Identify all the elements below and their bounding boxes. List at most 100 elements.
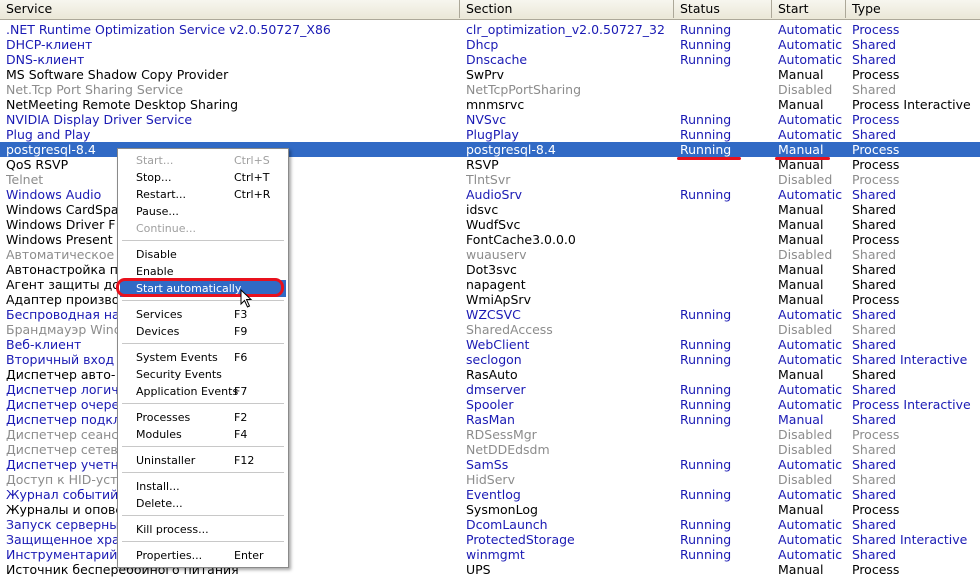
service-status: Running bbox=[680, 412, 732, 427]
service-status: Running bbox=[680, 382, 732, 397]
column-header-status[interactable]: Status bbox=[674, 0, 772, 18]
service-section: SysmonLog bbox=[466, 502, 538, 517]
menu-item-label: Modules bbox=[136, 428, 182, 441]
menu-item-label: Properties... bbox=[136, 549, 203, 562]
service-start-type: Automatic bbox=[778, 352, 843, 367]
service-type: Shared bbox=[852, 487, 897, 502]
service-start-type: Disabled bbox=[778, 472, 833, 487]
service-section: RDSessMgr bbox=[466, 427, 537, 442]
service-status: Running bbox=[680, 532, 732, 547]
menu-item-label: Disable bbox=[136, 248, 177, 261]
service-start-type: Automatic bbox=[778, 382, 843, 397]
menu-item-label: Security Events bbox=[136, 368, 222, 381]
service-status: Running bbox=[680, 457, 732, 472]
service-start-type: Disabled bbox=[778, 427, 833, 442]
table-row[interactable]: MS Software Shadow Copy Provider SwPrv Man… bbox=[0, 67, 980, 82]
menu-item-label: Continue... bbox=[136, 222, 196, 235]
service-name: MS Software Shadow Copy Provider bbox=[6, 67, 229, 82]
service-type: Process Interactive bbox=[852, 97, 971, 112]
service-section: PlugPlay bbox=[466, 127, 519, 142]
service-status: Running bbox=[680, 352, 732, 367]
context-menu: Start... Ctrl+S Stop... Ctrl+T Restart... Ctr… bbox=[117, 148, 289, 568]
service-section: WudfSvc bbox=[466, 217, 521, 232]
menu-item-application-events[interactable]: Application Events F7 bbox=[120, 383, 286, 400]
menu-item-delete[interactable]: Delete... bbox=[120, 495, 286, 512]
menu-item-label: Pause... bbox=[136, 205, 179, 218]
service-type: Shared bbox=[852, 337, 897, 352]
menu-separator bbox=[122, 343, 284, 344]
menu-item-stop[interactable]: Stop... Ctrl+T bbox=[120, 169, 286, 186]
table-row[interactable]: Net.Tcp Port Sharing Service NetTcpPortSh… bbox=[0, 82, 980, 97]
menu-item-continue[interactable]: Continue... bbox=[120, 220, 286, 237]
service-type: Shared bbox=[852, 37, 897, 52]
menu-item-services[interactable]: Services F3 bbox=[120, 306, 286, 323]
service-status: Running bbox=[680, 307, 732, 322]
service-type: Shared bbox=[852, 367, 897, 382]
service-type: Process bbox=[852, 427, 900, 442]
service-type: Shared bbox=[852, 247, 897, 262]
menu-item-processes[interactable]: Processes F2 bbox=[120, 409, 286, 426]
service-start-type: Automatic bbox=[778, 547, 843, 562]
service-start-type: Manual bbox=[778, 217, 824, 232]
service-start-type: Disabled bbox=[778, 322, 833, 337]
menu-item-install[interactable]: Install... bbox=[120, 478, 286, 495]
menu-item-security-events[interactable]: Security Events bbox=[120, 366, 286, 383]
service-start-type: Automatic bbox=[778, 187, 843, 202]
table-row[interactable]: Plug and Play PlugPlay Running Automatic Sha… bbox=[0, 127, 980, 142]
menu-item-pause[interactable]: Pause... bbox=[120, 203, 286, 220]
service-start-type: Manual bbox=[778, 97, 824, 112]
menu-item-system-events[interactable]: System Events F6 bbox=[120, 349, 286, 366]
menu-item-modules[interactable]: Modules F4 bbox=[120, 426, 286, 443]
service-section: dmserver bbox=[466, 382, 526, 397]
menu-item-shortcut: Ctrl+S bbox=[234, 154, 270, 167]
service-section: mnmsrvc bbox=[466, 97, 525, 112]
table-row[interactable]: NetMeeting Remote Desktop Sharing mnmsrvc… bbox=[0, 97, 980, 112]
service-type: Process bbox=[852, 232, 900, 247]
service-type: Shared bbox=[852, 217, 897, 232]
service-name: DNS-клиент bbox=[6, 52, 85, 67]
menu-separator bbox=[122, 403, 284, 404]
service-name: DHCP-клиент bbox=[6, 37, 93, 52]
service-type: Shared bbox=[852, 127, 897, 142]
menu-item-devices[interactable]: Devices F9 bbox=[120, 323, 286, 340]
menu-item-restart[interactable]: Restart... Ctrl+R bbox=[120, 186, 286, 203]
menu-item-uninstaller[interactable]: Uninstaller F12 bbox=[120, 452, 286, 469]
service-start-type: Manual bbox=[778, 232, 824, 247]
table-row[interactable]: .NET Runtime Optimization Service v2.0.5… bbox=[0, 22, 980, 37]
menu-separator bbox=[122, 515, 284, 516]
table-row[interactable]: DHCP-клиент Dhcp Running Automatic Shared bbox=[0, 37, 980, 52]
service-status: Running bbox=[680, 127, 732, 142]
service-type: Shared bbox=[852, 187, 897, 202]
menu-item-disable[interactable]: Disable bbox=[120, 246, 286, 263]
service-section: Dhcp bbox=[466, 37, 499, 52]
column-header-start[interactable]: Start bbox=[772, 0, 846, 18]
service-status: Running bbox=[680, 337, 732, 352]
column-header-type[interactable]: Type bbox=[846, 0, 980, 18]
service-name: .NET Runtime Optimization Service v2.0.5… bbox=[6, 22, 331, 37]
column-header-service[interactable]: Service bbox=[0, 0, 460, 18]
menu-item-label: Devices bbox=[136, 325, 180, 338]
service-start-type: Manual bbox=[778, 67, 824, 82]
menu-item-start[interactable]: Start... Ctrl+S bbox=[120, 152, 286, 169]
menu-item-properties[interactable]: Properties... Enter bbox=[120, 547, 286, 564]
service-start-type: Manual bbox=[778, 562, 824, 577]
service-type: Process bbox=[852, 112, 900, 127]
service-section: seclogon bbox=[466, 352, 522, 367]
menu-item-label: System Events bbox=[136, 351, 218, 364]
service-status: Running bbox=[680, 52, 732, 67]
table-row[interactable]: DNS-клиент Dnscache Running Automatic Shared bbox=[0, 52, 980, 67]
service-type: Shared bbox=[852, 517, 897, 532]
service-start-type: Disabled bbox=[778, 247, 833, 262]
service-type: Shared bbox=[852, 457, 897, 472]
service-start-type: Automatic bbox=[778, 532, 843, 547]
service-type: Shared bbox=[852, 82, 897, 97]
start-underline-annotation bbox=[775, 157, 830, 160]
column-header-section[interactable]: Section bbox=[460, 0, 674, 18]
table-row[interactable]: NVIDIA Display Driver Service NVSvc Runnin… bbox=[0, 112, 980, 127]
service-section: WmiApSrv bbox=[466, 292, 531, 307]
menu-item-label: Uninstaller bbox=[136, 454, 196, 467]
service-type: Shared bbox=[852, 547, 897, 562]
service-section: DcomLaunch bbox=[466, 517, 548, 532]
menu-item-kill-process[interactable]: Kill process... bbox=[120, 521, 286, 538]
service-type: Shared bbox=[852, 277, 897, 292]
